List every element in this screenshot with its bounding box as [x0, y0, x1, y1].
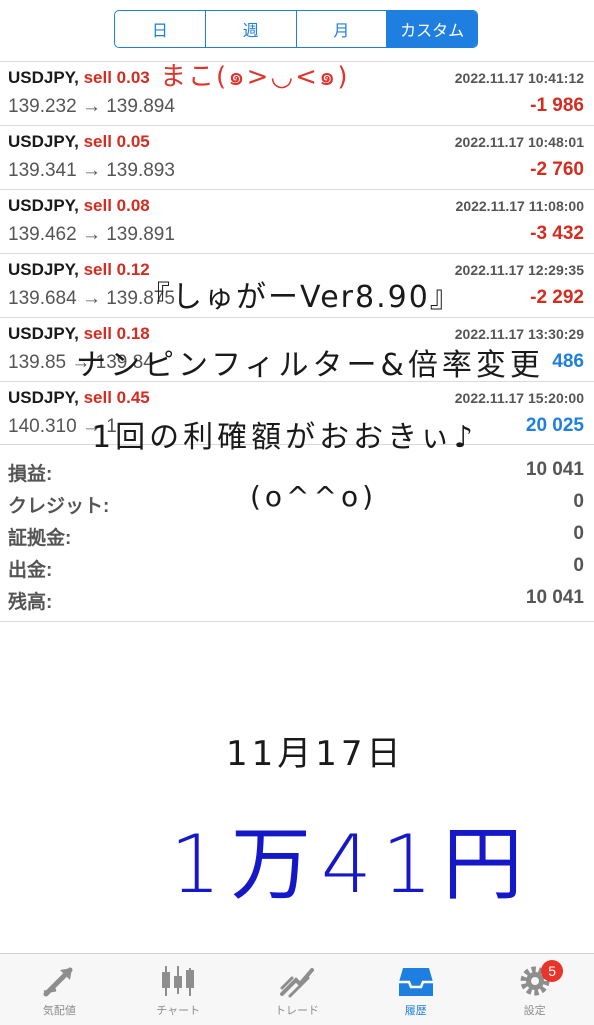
summary-label: 残高:	[8, 592, 53, 613]
account-summary: 損益: 10 041 クレジット: 0 証拠金: 0 出金: 0 残高: 10 …	[0, 455, 594, 615]
trade-side: sell 0.08	[83, 196, 150, 215]
trade-icon	[279, 968, 314, 998]
trade-time: 2022.11.17 11:08:00	[455, 198, 584, 214]
trade-prices: 139.232 → 139.894	[8, 96, 175, 117]
tab-trade[interactable]: トレード	[238, 954, 357, 1025]
handwritten-author-name: まこ(๑>◡<๑)	[160, 62, 350, 92]
summary-value: 0	[573, 523, 584, 544]
trade-profit: -3 432	[530, 223, 584, 244]
tab-settings[interactable]: 設定 5	[475, 954, 594, 1025]
trade-symbol-line: USDJPY, sell 0.45	[8, 388, 150, 407]
trade-time: 2022.11.17 10:48:01	[454, 134, 584, 150]
trade-time: 2022.11.17 12:29:35	[454, 262, 584, 278]
trade-symbol: USDJPY	[8, 260, 75, 279]
summary-row-withdrawal: 出金: 0	[0, 551, 594, 583]
trade-profit: -2 760	[530, 159, 584, 180]
trade-time: 2022.11.17 15:20:00	[454, 390, 584, 406]
tab-history[interactable]: 履歴	[356, 954, 475, 1025]
handwritten-face: (o^^o)	[250, 480, 378, 513]
summary-row-balance: 残高: 10 041	[0, 583, 594, 615]
trade-prices: 139.341 → 139.893	[8, 160, 175, 181]
handwritten-note-settings: ナンピンフィルター&倍率変更	[76, 348, 544, 383]
period-tab-month[interactable]: 月	[297, 11, 388, 47]
period-tab-custom[interactable]: カスタム	[387, 11, 477, 47]
trade-side: sell 0.45	[83, 388, 150, 407]
summary-label: 出金:	[8, 560, 53, 581]
summary-row-margin: 証拠金: 0	[0, 519, 594, 551]
summary-label: 証拠金:	[8, 528, 72, 549]
trade-symbol-line: USDJPY, sell 0.12	[8, 260, 150, 279]
summary-value: 10 041	[525, 587, 584, 608]
trade-profit: 20 025	[525, 415, 584, 436]
trade-profit: -2 292	[530, 287, 584, 308]
divider	[0, 621, 594, 622]
notification-badge: 5	[541, 960, 564, 982]
summary-label: クレジット:	[8, 496, 110, 517]
trade-profit: -1 986	[530, 95, 584, 116]
trade-time: 2022.11.17 10:41:12	[454, 70, 584, 86]
quotes-icon	[43, 967, 73, 997]
summary-label: 損益:	[8, 464, 53, 485]
trade-symbol-line: USDJPY, sell 0.05	[8, 132, 150, 151]
tab-label: チャート	[156, 1005, 201, 1017]
trade-row[interactable]: USDJPY, sell 0.08 139.462 → 139.891 2022…	[0, 189, 594, 253]
trade-history-list: USDJPY, sell 0.03 139.232 → 139.894 2022…	[0, 61, 594, 445]
trade-symbol-line: USDJPY, sell 0.08	[8, 196, 150, 215]
summary-value: 10 041	[525, 459, 584, 480]
period-tab-week[interactable]: 週	[206, 11, 297, 47]
trade-symbol: USDJPY	[8, 196, 75, 215]
trade-prices: 139.462 → 139.891	[8, 224, 175, 245]
chart-icon	[162, 966, 195, 996]
trade-symbol: USDJPY	[8, 132, 75, 151]
trade-row[interactable]: USDJPY, sell 0.05 139.341 → 139.893 2022…	[0, 125, 594, 189]
bottom-tab-bar: 気配値 チャート トレード 履歴 設定 5	[0, 953, 594, 1025]
handwritten-date: 11月17日	[226, 734, 405, 774]
tab-quotes[interactable]: 気配値	[0, 954, 119, 1025]
tab-label: 設定	[523, 1005, 546, 1017]
trade-symbol-line: USDJPY, sell 0.03	[8, 68, 150, 87]
handwritten-note-profit: 1回の利確額がおおきぃ♪	[92, 420, 478, 455]
history-icon	[398, 968, 433, 996]
handwritten-amount: 1万41円	[170, 818, 533, 911]
trade-profit: 486	[552, 351, 584, 372]
trade-symbol: USDJPY	[8, 324, 75, 343]
period-segmented-control: 日 週 月 カスタム	[114, 10, 478, 48]
summary-value: 0	[573, 555, 584, 576]
tab-label: トレード	[274, 1005, 319, 1017]
trade-side: sell 0.03	[83, 68, 150, 87]
trade-side: sell 0.05	[83, 132, 150, 151]
tab-chart[interactable]: チャート	[119, 954, 238, 1025]
tab-label: 履歴	[404, 1005, 427, 1017]
handwritten-note-version: 『しゅがーVer8.90』	[140, 280, 462, 315]
trade-symbol: USDJPY	[8, 68, 75, 87]
trade-symbol: USDJPY	[8, 388, 75, 407]
summary-value: 0	[573, 491, 584, 512]
tab-label: 気配値	[42, 1005, 76, 1017]
period-tab-day[interactable]: 日	[115, 11, 206, 47]
